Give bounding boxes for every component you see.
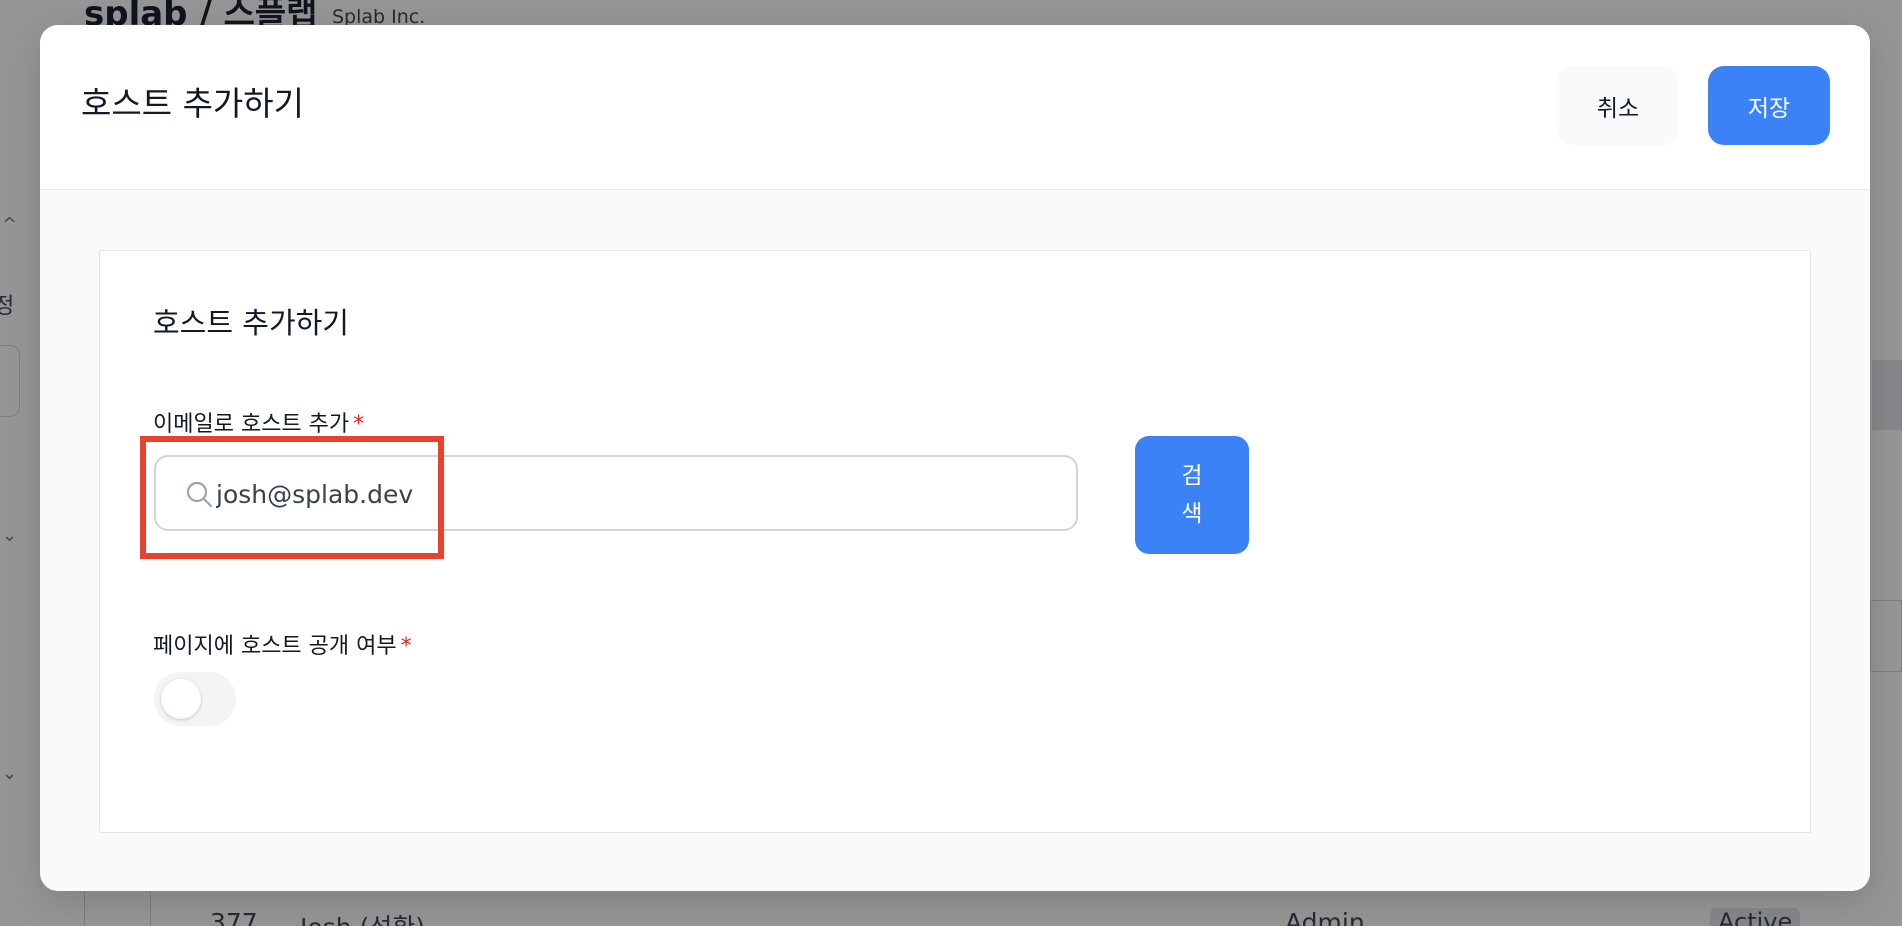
required-mark: * [353, 412, 365, 437]
add-host-card: 호스트 추가하기 이메일로 호스트 추가* 검 색 페이지에 호스트 공개 여부… [99, 250, 1811, 833]
email-search-field[interactable] [154, 455, 1078, 531]
email-field-label: 이메일로 호스트 추가 * [153, 406, 364, 438]
search-button-label: 검 [1181, 463, 1203, 489]
host-visibility-toggle[interactable] [154, 672, 236, 726]
add-host-modal: 호스트 추가하기 취소 저장 호스트 추가하기 이메일로 호스트 추가* 검 색… [40, 25, 1870, 891]
save-button[interactable]: 저장 [1708, 66, 1830, 145]
email-input[interactable] [214, 469, 1058, 519]
visibility-field-label-text: 페이지에 호스트 공개 여부 [153, 634, 397, 659]
search-button[interactable]: 검 색 [1135, 436, 1249, 554]
email-field-label-text: 이메일로 호스트 추가 [153, 412, 350, 437]
toggle-knob [161, 679, 201, 719]
modal-header: 호스트 추가하기 취소 저장 [40, 25, 1870, 190]
modal-title: 호스트 추가하기 [81, 84, 305, 123]
search-button-label: 색 [1181, 501, 1203, 527]
search-icon [186, 481, 213, 508]
cancel-button[interactable]: 취소 [1557, 66, 1679, 145]
required-mark: * [400, 634, 412, 659]
visibility-field-label: 페이지에 호스트 공개 여부 * [153, 628, 412, 660]
card-title: 호스트 추가하기 [153, 306, 349, 340]
